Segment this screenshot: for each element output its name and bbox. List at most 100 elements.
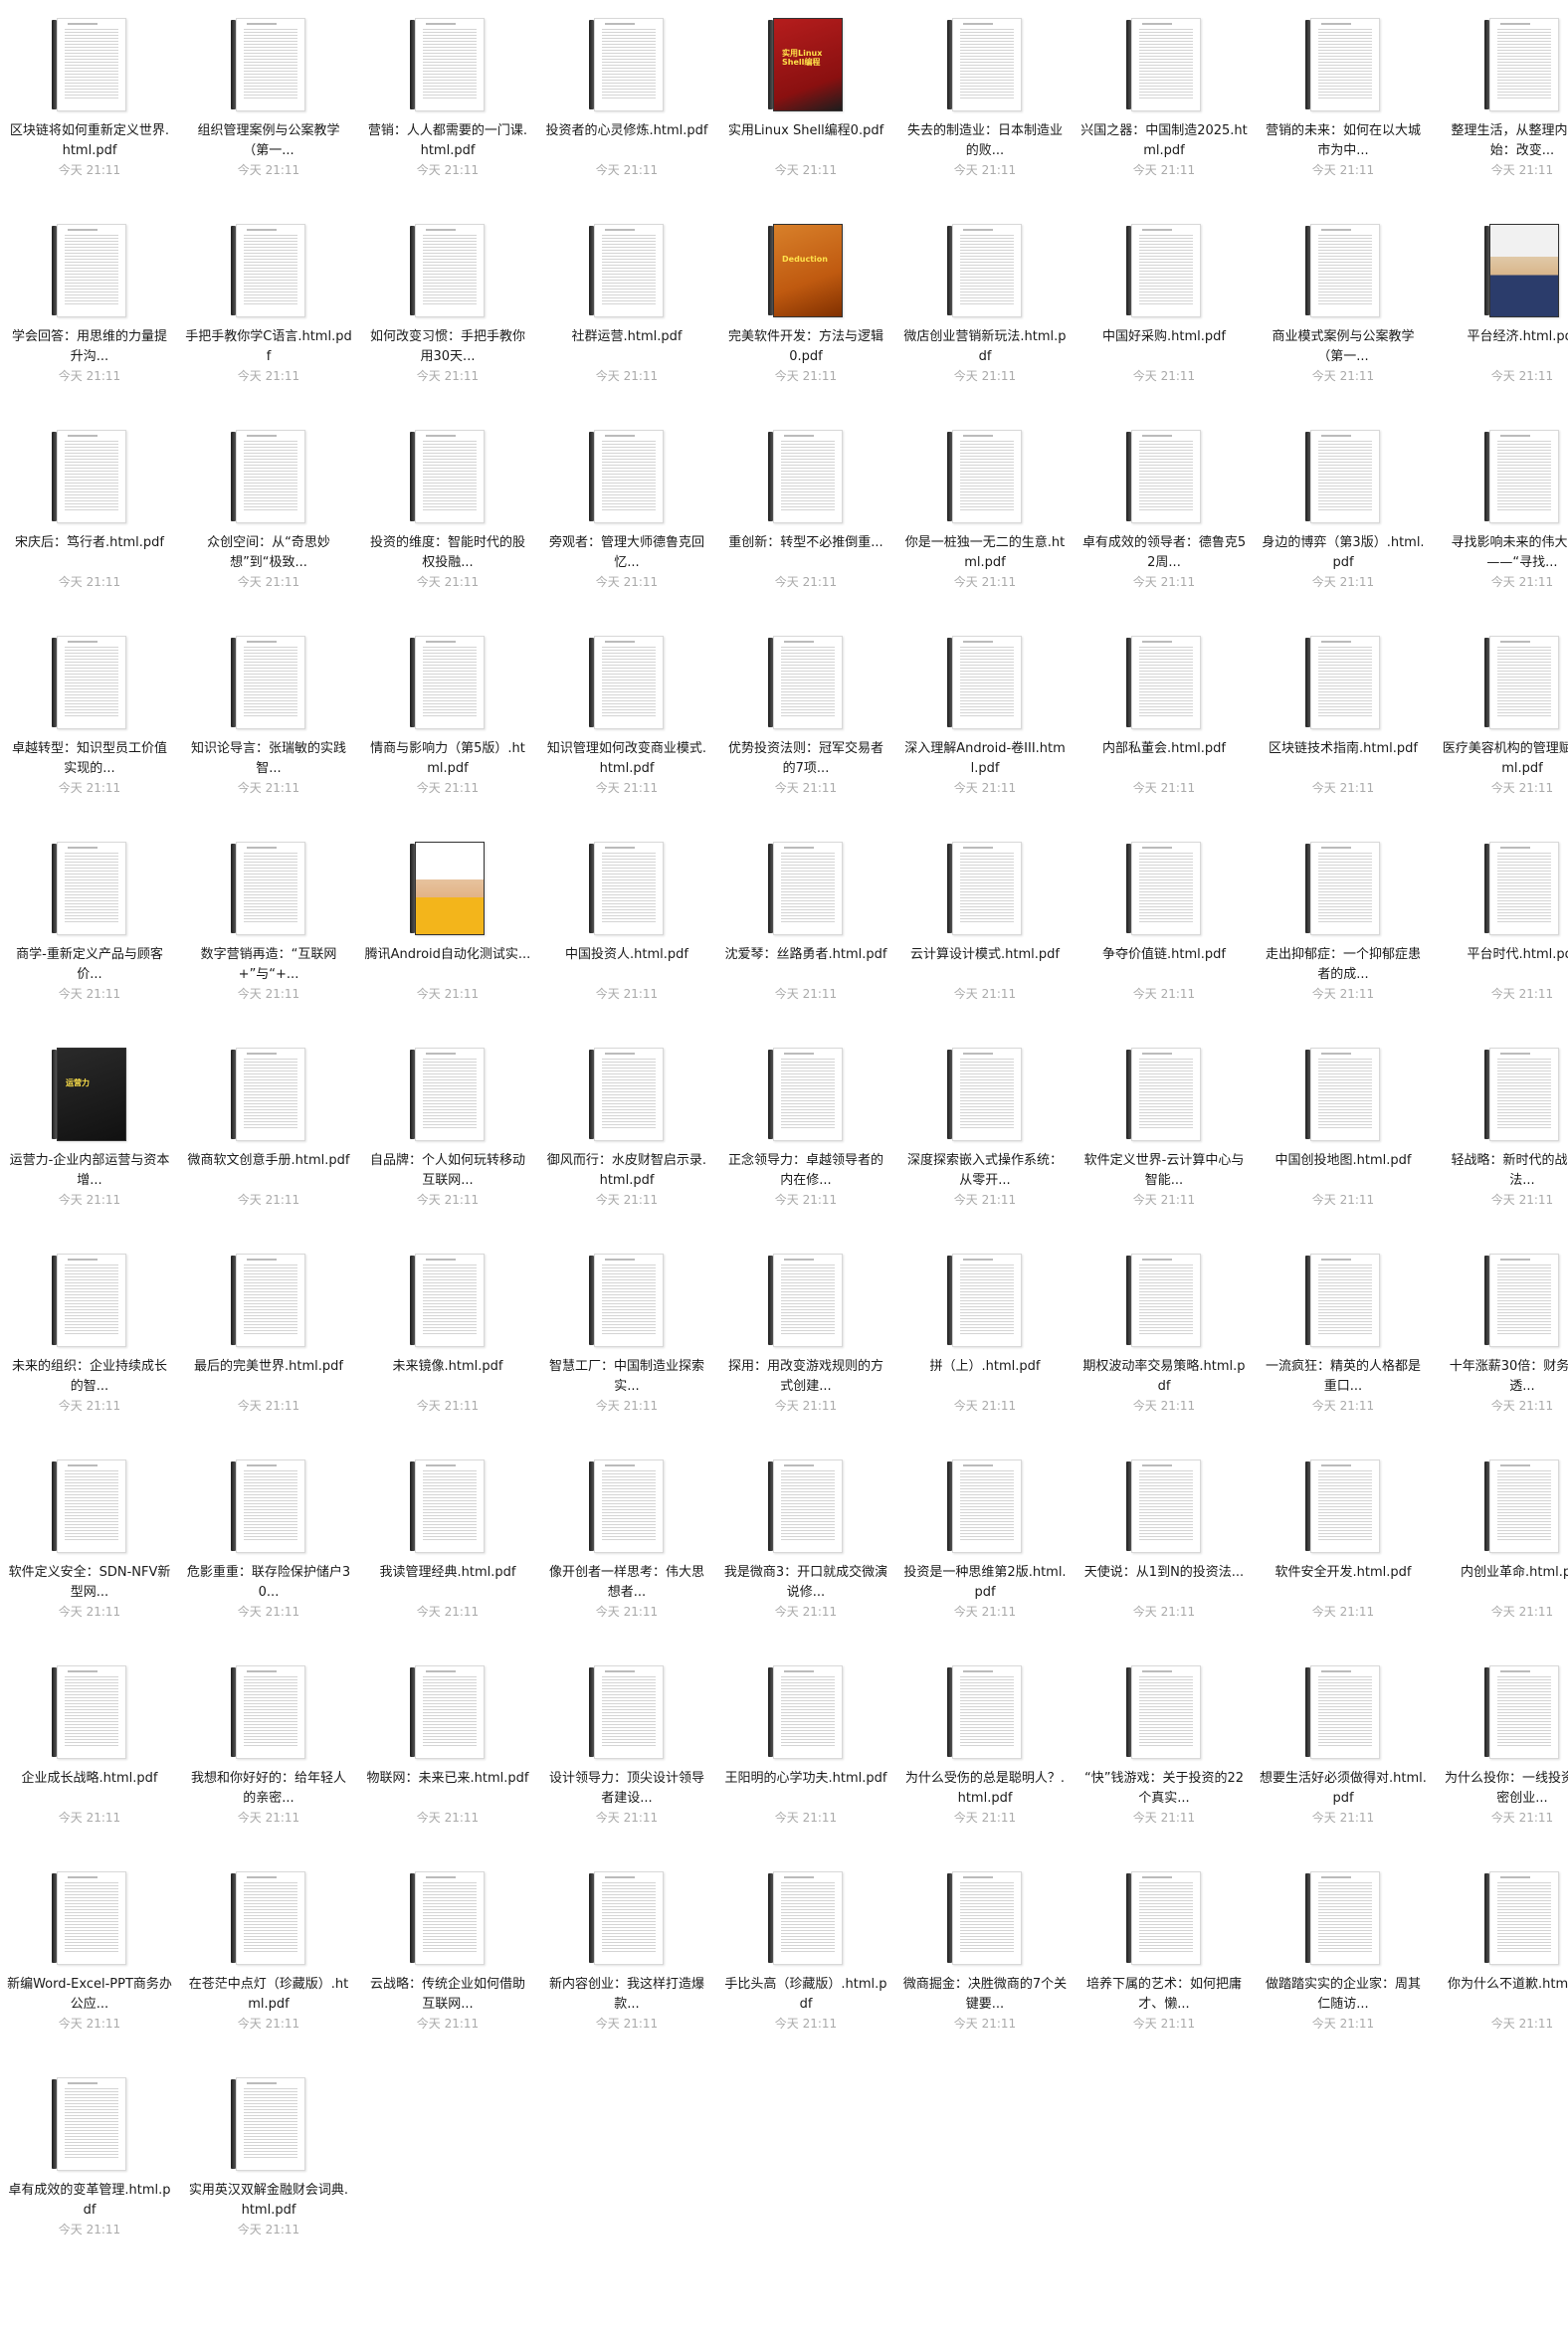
- file-item[interactable]: 为什么受伤的总是聪明人？.html.pdf 今天 21:11: [895, 1648, 1075, 1842]
- file-item[interactable]: 物联网：未来已来.html.pdf 今天 21:11: [358, 1648, 537, 1842]
- file-item[interactable]: 像开创者一样思考：伟大思想者... 今天 21:11: [537, 1442, 716, 1636]
- file-item[interactable]: 软件定义世界-云计算中心与智能... 今天 21:11: [1075, 1030, 1254, 1224]
- file-item[interactable]: 卓越转型：知识型员工价值实现的... 今天 21:11: [0, 618, 179, 812]
- file-item[interactable]: 深度探索嵌入式操作系统：从零开... 今天 21:11: [895, 1030, 1075, 1224]
- file-item[interactable]: 拼（上）.html.pdf 今天 21:11: [895, 1236, 1075, 1430]
- file-item[interactable]: 商学-重新定义产品与顾客价... 今天 21:11: [0, 824, 179, 1018]
- file-item[interactable]: 十年涨薪30倍：财务职场透... 今天 21:11: [1433, 1236, 1568, 1430]
- file-item[interactable]: 设计领导力：顶尖设计领导者建设... 今天 21:11: [537, 1648, 716, 1842]
- pdf-thumbnail-icon: [231, 2077, 306, 2171]
- file-item[interactable]: 新编Word-Excel-PPT商务办公应... 今天 21:11: [0, 1853, 179, 2047]
- file-item[interactable]: 区块链技术指南.html.pdf 今天 21:11: [1254, 618, 1433, 812]
- file-modified-time: 今天 21:11: [1132, 575, 1196, 589]
- file-item[interactable]: 众创空间：从“奇思妙想”到“极致... 今天 21:11: [179, 412, 358, 606]
- file-modified-time: 今天 21:11: [595, 2017, 659, 2031]
- file-item[interactable]: 你为什么不道歉.html.pdf 今天 21:11: [1433, 1853, 1568, 2047]
- file-item[interactable]: 卓有成效的领导者：德鲁克52周... 今天 21:11: [1075, 412, 1254, 606]
- file-item[interactable]: 情商与影响力（第5版）.html.pdf 今天 21:11: [358, 618, 537, 812]
- file-item[interactable]: 为什么投你：一线投资人解密创业... 今天 21:11: [1433, 1648, 1568, 1842]
- file-item[interactable]: 重创新：转型不必推倒重... 今天 21:11: [716, 412, 895, 606]
- file-item[interactable]: 身边的博弈（第3版）.html.pdf 今天 21:11: [1254, 412, 1433, 606]
- file-item[interactable]: 投资是一种思维第2版.html.pdf 今天 21:11: [895, 1442, 1075, 1636]
- file-item[interactable]: 一流疯狂：精英的人格都是重口... 今天 21:11: [1254, 1236, 1433, 1430]
- file-item[interactable]: 平台经济.html.pdf 今天 21:11: [1433, 206, 1568, 400]
- file-item[interactable]: 宋庆后：笃行者.html.pdf 今天 21:11: [0, 412, 179, 606]
- file-item[interactable]: 做踏踏实实的企业家：周其仁随访... 今天 21:11: [1254, 1853, 1433, 2047]
- file-item[interactable]: 微商掘金：决胜微商的7个关键要... 今天 21:11: [895, 1853, 1075, 2047]
- file-item[interactable]: 天使说：从1到N的投资法... 今天 21:11: [1075, 1442, 1254, 1636]
- file-item[interactable]: 知识论导言：张瑞敏的实践智... 今天 21:11: [179, 618, 358, 812]
- file-item[interactable]: 寻找影响未来的伟大公司——“寻找... 今天 21:11: [1433, 412, 1568, 606]
- file-name: 微商掘金：决胜微商的7个关键要...: [902, 1977, 1068, 2012]
- file-item[interactable]: 企业成长战略.html.pdf 今天 21:11: [0, 1648, 179, 1842]
- file-item[interactable]: 软件安全开发.html.pdf 今天 21:11: [1254, 1442, 1433, 1636]
- file-item[interactable]: 自品牌：个人如何玩转移动互联网... 今天 21:11: [358, 1030, 537, 1224]
- file-item[interactable]: 软件定义安全：SDN-NFV新型网... 今天 21:11: [0, 1442, 179, 1636]
- file-item[interactable]: 腾讯Android自动化测试实... 今天 21:11: [358, 824, 537, 1018]
- file-item[interactable]: 内部私董会.html.pdf 今天 21:11: [1075, 618, 1254, 812]
- file-item[interactable]: 中国投资人.html.pdf 今天 21:11: [537, 824, 716, 1018]
- file-item[interactable]: 探用：用改变游戏规则的方式创建... 今天 21:11: [716, 1236, 895, 1430]
- file-item[interactable]: 知识管理如何改变商业模式.html.pdf 今天 21:11: [537, 618, 716, 812]
- file-item[interactable]: 新内容创业：我这样打造爆款... 今天 21:11: [537, 1853, 716, 2047]
- file-item[interactable]: 你是一桩独一无二的生意.html.pdf 今天 21:11: [895, 412, 1075, 606]
- file-item[interactable]: 王阳明的心学功夫.html.pdf 今天 21:11: [716, 1648, 895, 1842]
- file-item[interactable]: 兴国之器：中国制造2025.html.pdf 今天 21:11: [1075, 0, 1254, 194]
- file-item[interactable]: 争夺价值链.html.pdf 今天 21:11: [1075, 824, 1254, 1018]
- file-item[interactable]: “快”钱游戏：关于投资的22个真实... 今天 21:11: [1075, 1648, 1254, 1842]
- file-item[interactable]: 我是微商3：开口就成交微演说修... 今天 21:11: [716, 1442, 895, 1636]
- file-item[interactable]: 危影重重：联存险保护储户30... 今天 21:11: [179, 1442, 358, 1636]
- file-item[interactable]: 我想和你好好的：给年轻人的亲密... 今天 21:11: [179, 1648, 358, 1842]
- file-item[interactable]: 中国好采购.html.pdf 今天 21:11: [1075, 206, 1254, 400]
- file-item[interactable]: 数字营销再造：“互联网+”与“+... 今天 21:11: [179, 824, 358, 1018]
- file-item[interactable]: 我读管理经典.html.pdf 今天 21:11: [358, 1442, 537, 1636]
- file-item[interactable]: 中国创投地图.html.pdf 今天 21:11: [1254, 1030, 1433, 1224]
- file-item[interactable]: 沈爱琴：丝路勇者.html.pdf 今天 21:11: [716, 824, 895, 1018]
- file-item[interactable]: 培养下属的艺术：如何把庸才、懒... 今天 21:11: [1075, 1853, 1254, 2047]
- file-item[interactable]: 商业模式案例与公案教学（第一... 今天 21:11: [1254, 206, 1433, 400]
- file-item[interactable]: 组织管理案例与公案教学（第一... 今天 21:11: [179, 0, 358, 194]
- file-item[interactable]: 平台时代.html.pdf 今天 21:11: [1433, 824, 1568, 1018]
- file-item[interactable]: 云计算设计模式.html.pdf 今天 21:11: [895, 824, 1075, 1018]
- file-item[interactable]: 未来镜像.html.pdf 今天 21:11: [358, 1236, 537, 1430]
- file-item[interactable]: 运营力 运营力-企业内部运营与资本增... 今天 21:11: [0, 1030, 179, 1224]
- file-item[interactable]: 在苍茫中点灯（珍藏版）.html.pdf 今天 21:11: [179, 1853, 358, 2047]
- file-item[interactable]: 社群运营.html.pdf 今天 21:11: [537, 206, 716, 400]
- file-item[interactable]: 微商软文创意手册.html.pdf 今天 21:11: [179, 1030, 358, 1224]
- file-item[interactable]: 智慧工厂：中国制造业探索实... 今天 21:11: [537, 1236, 716, 1430]
- file-item[interactable]: 最后的完美世界.html.pdf 今天 21:11: [179, 1236, 358, 1430]
- file-item[interactable]: 区块链将如何重新定义世界.html.pdf 今天 21:11: [0, 0, 179, 194]
- file-item[interactable]: 云战略：传统企业如何借助互联网... 今天 21:11: [358, 1853, 537, 2047]
- pdf-thumbnail-icon: [52, 1871, 127, 1965]
- file-name: 学会回答：用思维的力量提升沟...: [11, 329, 167, 364]
- file-item[interactable]: 实用Linux Shell编程 实用Linux Shell编程0.pdf 今天 21…: [716, 0, 895, 194]
- file-item[interactable]: 手比头高（珍藏版）.html.pdf 今天 21:11: [716, 1853, 895, 2047]
- file-item[interactable]: 失去的制造业：日本制造业的败... 今天 21:11: [895, 0, 1075, 194]
- file-item[interactable]: 未来的组织：企业持续成长的智... 今天 21:11: [0, 1236, 179, 1430]
- file-item[interactable]: 微店创业营销新玩法.html.pdf 今天 21:11: [895, 206, 1075, 400]
- file-item[interactable]: 整理生活，从整理内心开始：改变... 今天 21:11: [1433, 0, 1568, 194]
- file-item[interactable]: 正念领导力：卓越领导者的内在修... 今天 21:11: [716, 1030, 895, 1224]
- file-item[interactable]: 期权波动率交易策略.html.pdf 今天 21:11: [1075, 1236, 1254, 1430]
- file-item[interactable]: 想要生活好必须做得对.html.pdf 今天 21:11: [1254, 1648, 1433, 1842]
- file-name: 天使说：从1到N的投资法...: [1083, 1565, 1245, 1580]
- file-item[interactable]: 手把手教你学C语言.html.pdf 今天 21:11: [179, 206, 358, 400]
- file-item[interactable]: Deduction 完美软件开发：方法与逻辑0.pdf 今天 21:11: [716, 206, 895, 400]
- file-item[interactable]: 走出抑郁症：一个抑郁症患者的成... 今天 21:11: [1254, 824, 1433, 1018]
- file-item[interactable]: 学会回答：用思维的力量提升沟... 今天 21:11: [0, 206, 179, 400]
- file-item[interactable]: 优势投资法则：冠军交易者的7项... 今天 21:11: [716, 618, 895, 812]
- file-item[interactable]: 如何改变习惯：手把手教你用30天... 今天 21:11: [358, 206, 537, 400]
- file-item[interactable]: 深入理解Android-卷III.html.pdf 今天 21:11: [895, 618, 1075, 812]
- file-item[interactable]: 御风而行：水皮财智启示录.html.pdf 今天 21:11: [537, 1030, 716, 1224]
- file-item[interactable]: 投资者的心灵修炼.html.pdf 今天 21:11: [537, 0, 716, 194]
- file-item[interactable]: 营销的未来：如何在以大城市为中... 今天 21:11: [1254, 0, 1433, 194]
- file-item[interactable]: 实用英汉双解金融财会词典.html.pdf 今天 21:11: [179, 2059, 358, 2253]
- file-item[interactable]: 旁观者：管理大师德鲁克回忆... 今天 21:11: [537, 412, 716, 606]
- file-item[interactable]: 投资的维度：智能时代的股权投融... 今天 21:11: [358, 412, 537, 606]
- file-item[interactable]: 营销：人人都需要的一门课.html.pdf 今天 21:11: [358, 0, 537, 194]
- file-item[interactable]: 内创业革命.html.pdf 今天 21:11: [1433, 1442, 1568, 1636]
- pdf-thumbnail-icon: [589, 636, 665, 729]
- file-item[interactable]: 轻战略：新时代的战略方法... 今天 21:11: [1433, 1030, 1568, 1224]
- file-item[interactable]: 医疗美容机构的管理赋能.html.pdf 今天 21:11: [1433, 618, 1568, 812]
- file-item[interactable]: 卓有成效的变革管理.html.pdf 今天 21:11: [0, 2059, 179, 2253]
